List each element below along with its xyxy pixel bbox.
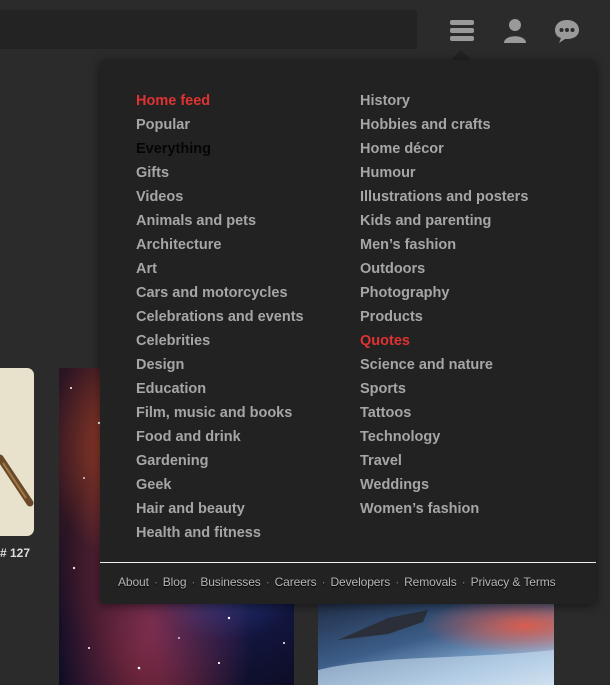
category-item[interactable]: Hobbies and crafts: [360, 114, 528, 138]
footer-separator: ·: [461, 575, 466, 589]
footer-separator: ·: [265, 575, 270, 589]
category-item[interactable]: Tattoos: [360, 402, 528, 426]
category-item[interactable]: Architecture: [136, 234, 304, 258]
chat-icon[interactable]: [553, 18, 581, 44]
category-item[interactable]: Quotes: [360, 330, 528, 354]
category-item[interactable]: Men’s fashion: [360, 234, 528, 258]
category-item[interactable]: Women’s fashion: [360, 498, 528, 522]
pin-thumbnail[interactable]: [0, 368, 34, 536]
category-column-right: History Hobbies and crafts Home décor Hu…: [360, 90, 528, 522]
category-item[interactable]: Education: [136, 378, 304, 402]
footer-separator: ·: [191, 575, 196, 589]
user-icon[interactable]: [502, 18, 530, 44]
footer-link-careers[interactable]: Careers: [275, 575, 317, 589]
category-item[interactable]: Gifts: [136, 162, 304, 186]
menu-icon[interactable]: [448, 18, 476, 44]
category-item[interactable]: Humour: [360, 162, 528, 186]
category-item[interactable]: Sports: [360, 378, 528, 402]
category-item[interactable]: Products: [360, 306, 528, 330]
category-item[interactable]: Science and nature: [360, 354, 528, 378]
category-item[interactable]: Home décor: [360, 138, 528, 162]
category-item[interactable]: Gardening: [136, 450, 304, 474]
menu-divider: [100, 562, 596, 563]
category-item[interactable]: Health and fitness: [136, 522, 304, 546]
category-column-left: Home feed Popular Everything Gifts Video…: [136, 90, 304, 546]
pin-count: # 127: [0, 546, 31, 560]
category-item[interactable]: Technology: [360, 426, 528, 450]
category-item[interactable]: Home feed: [136, 90, 304, 114]
category-item[interactable]: Design: [136, 354, 304, 378]
category-item[interactable]: History: [360, 90, 528, 114]
category-menu: Home feed Popular Everything Gifts Video…: [100, 60, 596, 604]
category-item[interactable]: Weddings: [360, 474, 528, 498]
footer-link-businesses[interactable]: Businesses: [200, 575, 260, 589]
footer-link-developers[interactable]: Developers: [330, 575, 390, 589]
category-item[interactable]: Food and drink: [136, 426, 304, 450]
category-item[interactable]: Outdoors: [360, 258, 528, 282]
category-item[interactable]: Cars and motorcycles: [136, 282, 304, 306]
category-item[interactable]: Art: [136, 258, 304, 282]
footer-links: About · Blog · Businesses · Careers · Developers…: [118, 575, 556, 589]
category-item[interactable]: Videos: [136, 186, 304, 210]
category-item[interactable]: Animals and pets: [136, 210, 304, 234]
footer-separator: ·: [321, 575, 326, 589]
category-item[interactable]: Everything: [136, 138, 304, 162]
footer-separator: ·: [153, 575, 158, 589]
category-item[interactable]: Illustrations and posters: [360, 186, 528, 210]
category-item[interactable]: Celebrations and events: [136, 306, 304, 330]
search-bar[interactable]: [0, 10, 417, 49]
footer-link-removals[interactable]: Removals: [404, 575, 457, 589]
footer-separator: ·: [395, 575, 400, 589]
category-item[interactable]: Hair and beauty: [136, 498, 304, 522]
category-item[interactable]: Travel: [360, 450, 528, 474]
footer-link-privacy-terms[interactable]: Privacy & Terms: [471, 575, 556, 589]
category-item[interactable]: Celebrities: [136, 330, 304, 354]
category-item[interactable]: Geek: [136, 474, 304, 498]
category-item[interactable]: Photography: [360, 282, 528, 306]
category-item[interactable]: Film, music and books: [136, 402, 304, 426]
footer-link-about[interactable]: About: [118, 575, 149, 589]
category-item[interactable]: Kids and parenting: [360, 210, 528, 234]
footer-link-blog[interactable]: Blog: [163, 575, 187, 589]
category-item[interactable]: Popular: [136, 114, 304, 138]
space-image[interactable]: [318, 600, 554, 685]
